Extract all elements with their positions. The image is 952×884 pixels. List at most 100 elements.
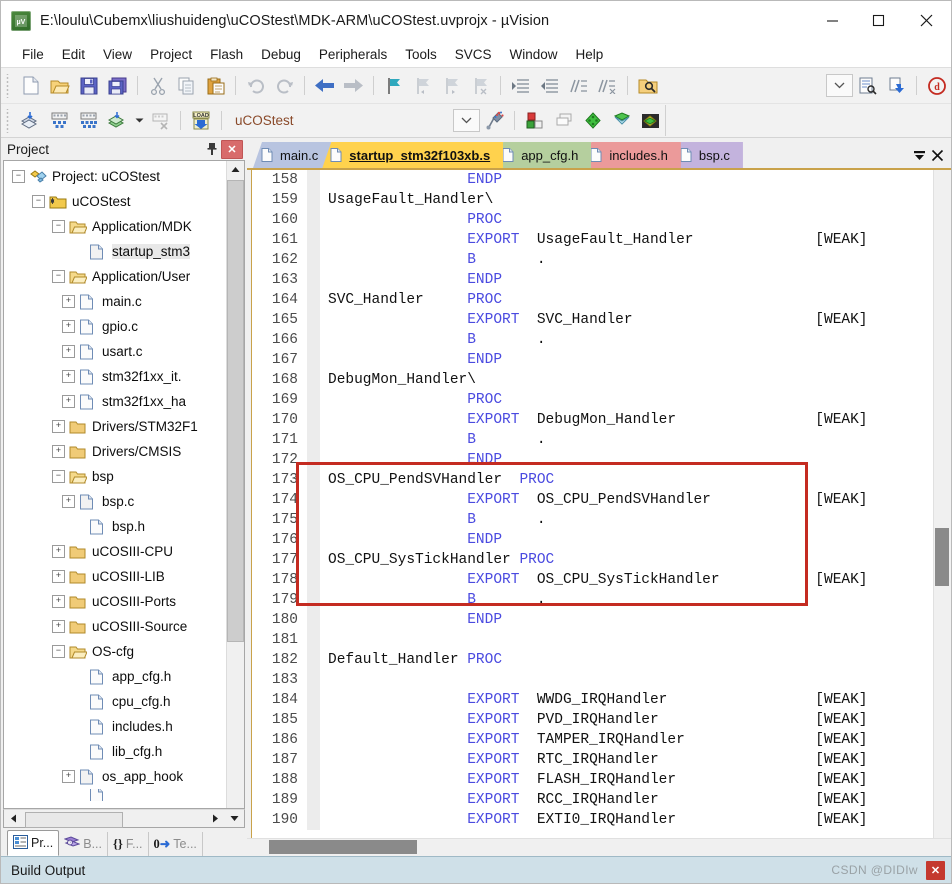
- code-line[interactable]: 177 OS_CPU_SysTickHandler PROC: [252, 550, 933, 570]
- tree-node-bsp[interactable]: − bsp: [4, 464, 226, 489]
- code-line[interactable]: 186 EXPORT TAMPER_IRQHandler [WEAK]: [252, 730, 933, 750]
- tree-hscroll-thumb[interactable]: [25, 811, 123, 828]
- code-line[interactable]: 180 ENDP: [252, 610, 933, 630]
- tree-node-stm32f1xx-it[interactable]: + stm32f1xx_it.: [4, 364, 226, 389]
- code-line[interactable]: 159 UsageFault_Handler\: [252, 190, 933, 210]
- minimize-button[interactable]: [809, 2, 855, 40]
- tree-node-os-app-hooks[interactable]: + os_app_hook: [4, 764, 226, 789]
- code-line[interactable]: 163 ENDP: [252, 270, 933, 290]
- code-line[interactable]: 160 PROC: [252, 210, 933, 230]
- code-line[interactable]: 158 ENDP: [252, 170, 933, 190]
- code-line[interactable]: 190 EXPORT EXTI0_IRQHandler [WEAK]: [252, 810, 933, 830]
- code-line[interactable]: 188 EXPORT FLASH_IRQHandler [WEAK]: [252, 770, 933, 790]
- menu-item-peripherals[interactable]: Peripherals: [310, 45, 396, 64]
- cut-icon[interactable]: [143, 72, 172, 99]
- tree-node-os-cfg[interactable]: − OS-cfg: [4, 639, 226, 664]
- target-options-icon[interactable]: [480, 107, 509, 134]
- batch-build-dropdown-icon[interactable]: [132, 107, 146, 134]
- expander-icon[interactable]: −: [52, 220, 65, 233]
- tree-node-project[interactable]: − Project: uCOStest: [4, 164, 226, 189]
- expander-icon[interactable]: −: [52, 470, 65, 483]
- tree-node-ucosiii-ports[interactable]: + uCOSIII-Ports: [4, 589, 226, 614]
- bookmark-toggle-icon[interactable]: [379, 72, 408, 99]
- expander-icon[interactable]: +: [62, 770, 75, 783]
- tab-startup-stm32f103xb-s[interactable]: startup_stm32f103xb.s: [322, 142, 504, 168]
- scroll-left-button[interactable]: [4, 811, 23, 827]
- tree-node-bsp-h[interactable]: bsp.h: [4, 514, 226, 539]
- tree-node-ucosiii-source[interactable]: + uCOSIII-Source: [4, 614, 226, 639]
- code-line[interactable]: 182 Default_Handler PROC: [252, 650, 933, 670]
- batch-build-icon[interactable]: [103, 107, 132, 134]
- code-line[interactable]: 170 EXPORT DebugMon_Handler [WEAK]: [252, 410, 933, 430]
- toolbar-overflow-dropdown[interactable]: [826, 74, 853, 97]
- expander-icon[interactable]: −: [52, 270, 65, 283]
- code-line[interactable]: 162 B .: [252, 250, 933, 270]
- menu-item-file[interactable]: File: [13, 45, 53, 64]
- code-vertical-scrollbar[interactable]: [933, 170, 951, 838]
- toolbar-grip[interactable]: [5, 73, 14, 98]
- tree-scroll-down-button[interactable]: [225, 811, 244, 827]
- expander-icon[interactable]: −: [32, 195, 45, 208]
- tree-node-gpio-c[interactable]: + gpio.c: [4, 314, 226, 339]
- code-line[interactable]: 165 EXPORT SVC_Handler [WEAK]: [252, 310, 933, 330]
- manage-run-icon[interactable]: [636, 107, 665, 134]
- code-line[interactable]: 167 ENDP: [252, 350, 933, 370]
- download-icon[interactable]: LOAD: [186, 107, 216, 134]
- close-button[interactable]: [901, 2, 951, 40]
- tree-node-target[interactable]: − uCOStest: [4, 189, 226, 214]
- tree-node-cpu-cfg-h[interactable]: cpu_cfg.h: [4, 689, 226, 714]
- code-horizontal-scrollbar[interactable]: [247, 838, 951, 856]
- code-line[interactable]: 169 PROC: [252, 390, 933, 410]
- tree-node-application-mdk[interactable]: − Application/MDK: [4, 214, 226, 239]
- tree-horizontal-scrollbar[interactable]: [3, 809, 245, 828]
- expander-icon[interactable]: +: [52, 620, 65, 633]
- expander-icon[interactable]: +: [62, 320, 75, 333]
- code-line[interactable]: 187 EXPORT RTC_IRQHandler [WEAK]: [252, 750, 933, 770]
- find-in-files-icon[interactable]: [633, 72, 662, 99]
- code-line[interactable]: 184 EXPORT WWDG_IRQHandler [WEAK]: [252, 690, 933, 710]
- expander-icon[interactable]: +: [52, 570, 65, 583]
- manage-project-items-icon[interactable]: [520, 107, 549, 134]
- debug-session-icon[interactable]: [882, 72, 911, 99]
- expander-icon[interactable]: −: [12, 170, 25, 183]
- code-line[interactable]: 171 B .: [252, 430, 933, 450]
- code-hscroll-thumb[interactable]: [269, 840, 417, 854]
- pane-tab-templates[interactable]: 0➜ Te...: [149, 832, 203, 856]
- tree-node-lib-cfg-h[interactable]: lib_cfg.h: [4, 739, 226, 764]
- tab-app-cfg-h[interactable]: app_cfg.h: [494, 142, 592, 168]
- close-icon[interactable]: ✕: [221, 139, 243, 159]
- tree-node-ucosiii-cpu[interactable]: + uCOSIII-CPU: [4, 539, 226, 564]
- expander-icon[interactable]: +: [62, 495, 75, 508]
- code-line[interactable]: 176 ENDP: [252, 530, 933, 550]
- tab-includes-h[interactable]: includes.h: [582, 142, 681, 168]
- menu-item-project[interactable]: Project: [141, 45, 201, 64]
- menu-item-svcs[interactable]: SVCS: [446, 45, 501, 64]
- build-icon[interactable]: [45, 107, 74, 134]
- menu-item-debug[interactable]: Debug: [252, 45, 310, 64]
- new-file-icon[interactable]: [16, 72, 45, 99]
- configure-target-icon[interactable]: [853, 72, 882, 99]
- menu-item-help[interactable]: Help: [567, 45, 613, 64]
- code-line[interactable]: 166 B .: [252, 330, 933, 350]
- pane-tab-project[interactable]: Pr...: [7, 830, 60, 856]
- tree-node-main-c[interactable]: + main.c: [4, 289, 226, 314]
- expander-icon[interactable]: +: [52, 595, 65, 608]
- project-select-dropdown[interactable]: [453, 109, 480, 132]
- code-line[interactable]: 168 DebugMon_Handler\: [252, 370, 933, 390]
- tab-bsp-c[interactable]: bsp.c: [671, 142, 743, 168]
- build-toolbar-grip[interactable]: [5, 108, 14, 133]
- expander-icon[interactable]: +: [52, 445, 65, 458]
- tree-node-includes-h[interactable]: includes.h: [4, 714, 226, 739]
- expander-icon[interactable]: +: [62, 370, 75, 383]
- close-tab-icon[interactable]: [931, 149, 944, 165]
- pane-tab-functions[interactable]: {} F...: [108, 832, 149, 856]
- translate-icon[interactable]: [16, 107, 45, 134]
- menu-item-window[interactable]: Window: [500, 45, 566, 64]
- tree-node-stm32f1xx-hal[interactable]: + stm32f1xx_ha: [4, 389, 226, 414]
- tree-node-startup-file[interactable]: startup_stm3: [4, 239, 226, 264]
- maximize-button[interactable]: [855, 2, 901, 40]
- expander-icon[interactable]: +: [52, 545, 65, 558]
- rebuild-icon[interactable]: [74, 107, 103, 134]
- tree-node-usart-c[interactable]: + usart.c: [4, 339, 226, 364]
- code-line[interactable]: 173 OS_CPU_PendSVHandler PROC: [252, 470, 933, 490]
